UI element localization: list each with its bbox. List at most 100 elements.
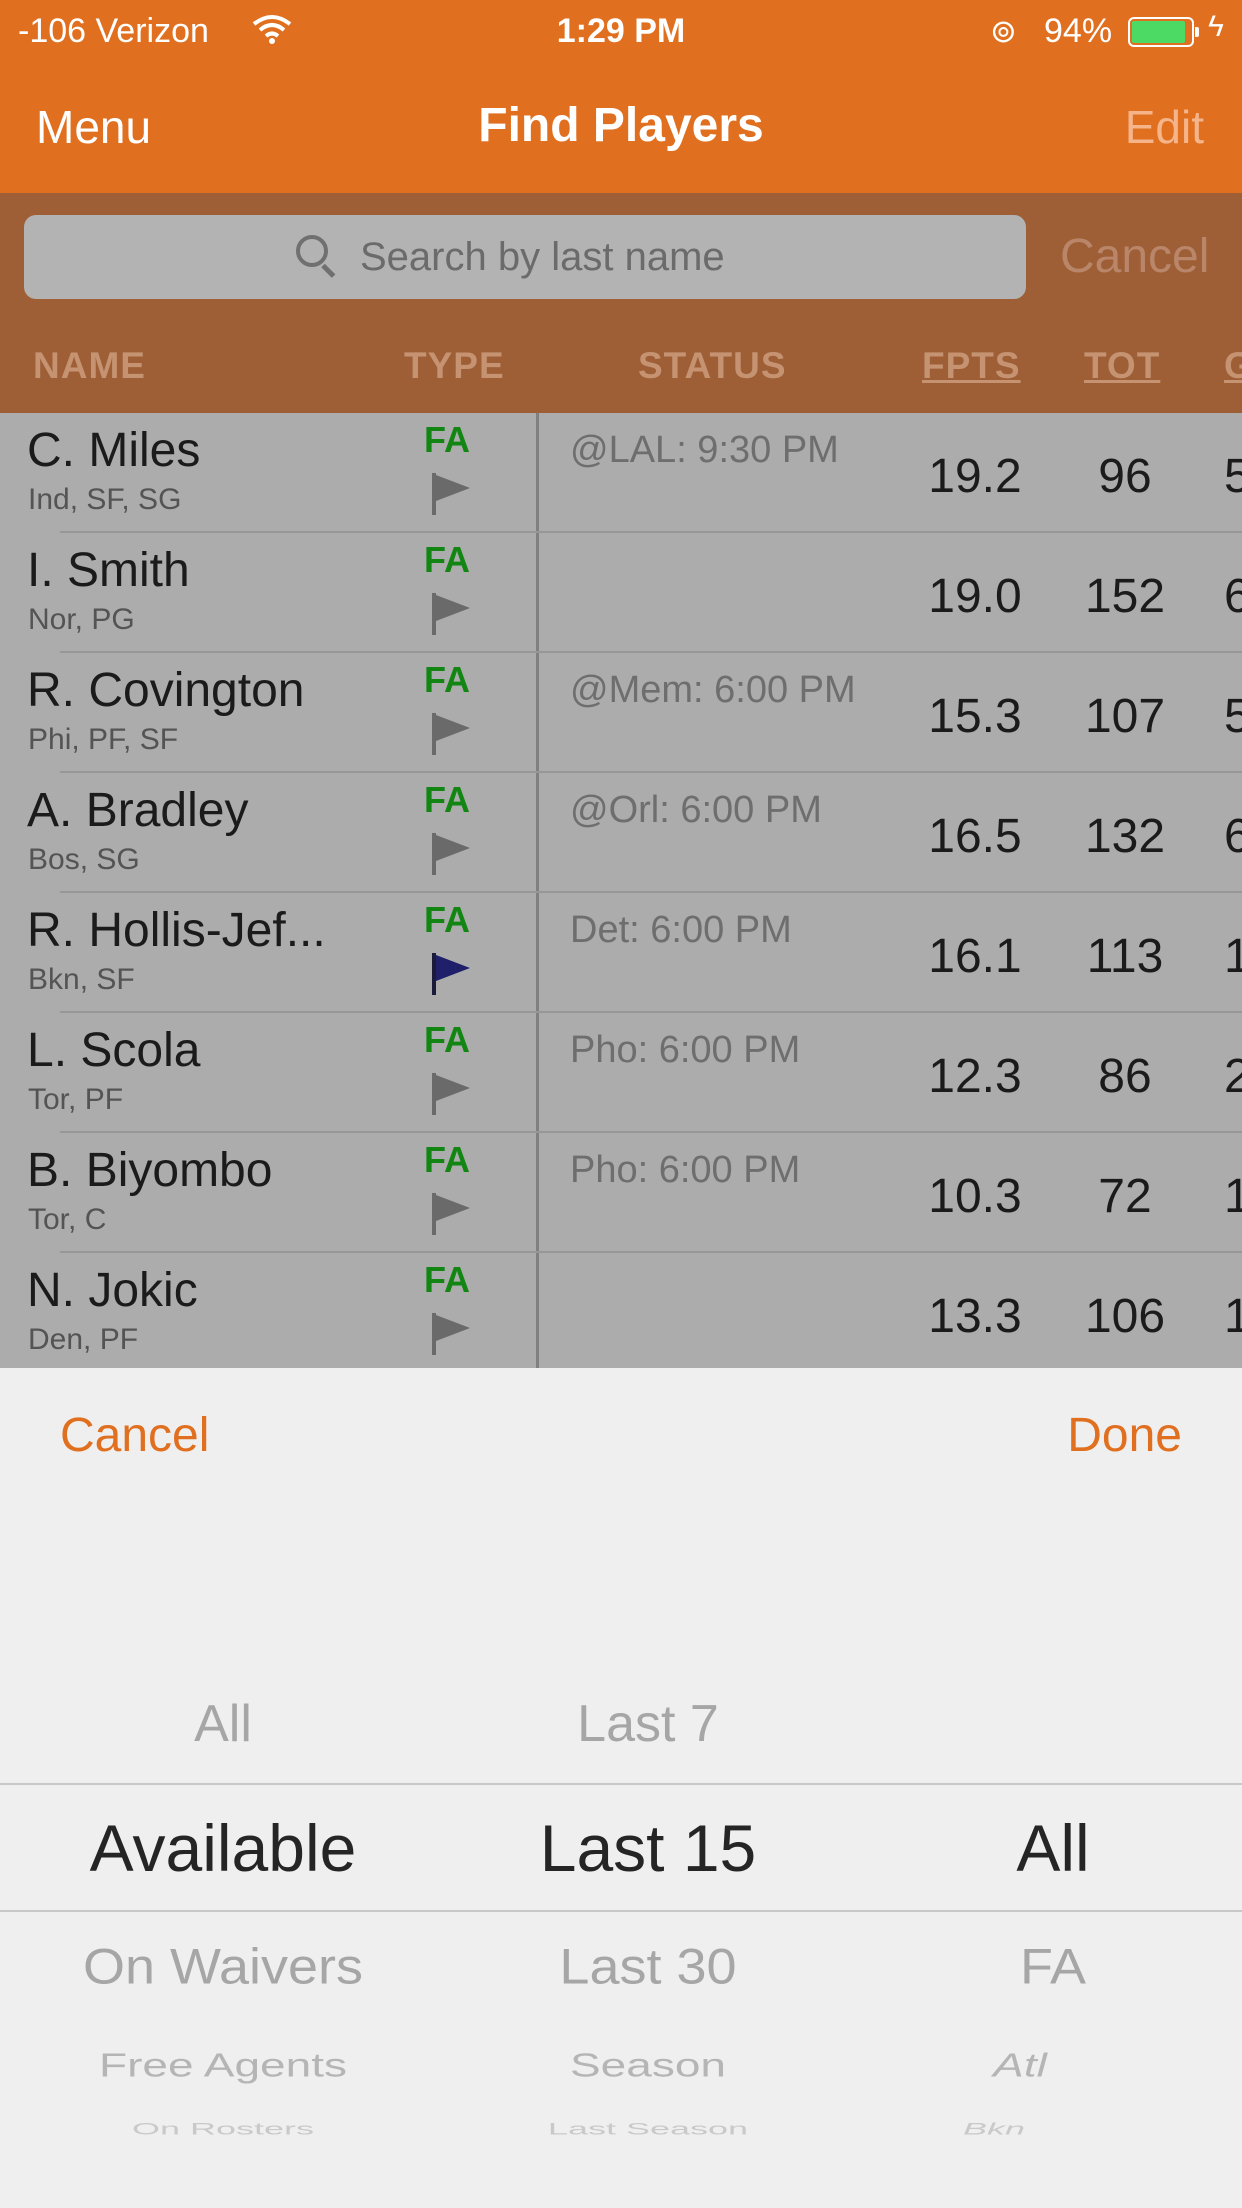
search-field[interactable] (24, 215, 1026, 299)
filter-picker-sheet: Cancel Done All Available On Waivers Fre… (0, 1368, 1242, 2208)
flag-icon[interactable] (430, 1313, 474, 1357)
player-extra-stat: 5 (1224, 450, 1242, 503)
player-type: FA (424, 659, 471, 700)
picker-option[interactable]: Last 7 (446, 1694, 850, 1754)
player-status: Pho: 6:00 PM (570, 1029, 801, 1071)
picker-option[interactable]: On Rosters (0, 2120, 446, 2139)
player-team-positions: Bos, SG (28, 843, 140, 876)
player-fpts: 16.5 (928, 810, 1022, 863)
player-status: @LAL: 9:30 PM (570, 429, 839, 471)
player-type: FA (424, 779, 471, 820)
player-tot: 96 (1098, 450, 1152, 503)
player-extra-stat: 2 (1224, 1050, 1242, 1103)
picker-option[interactable]: On Waivers (0, 1938, 446, 1995)
search-icon (296, 235, 336, 279)
player-team-positions: Bkn, SF (28, 963, 135, 996)
flag-icon[interactable] (430, 1073, 474, 1117)
player-type: FA (424, 899, 471, 940)
column-header-type[interactable]: TYPE (404, 345, 505, 387)
flag-icon[interactable] (430, 1193, 474, 1237)
player-fpts: 12.3 (928, 1050, 1022, 1103)
picker-option[interactable]: Atl (810, 2046, 1230, 2085)
edit-button[interactable]: Edit (1125, 100, 1204, 154)
flag-icon[interactable] (430, 953, 474, 997)
player-extra-stat: 1 (1224, 1290, 1242, 1343)
search-cancel-button[interactable]: Cancel (1060, 229, 1209, 284)
player-tot: 113 (1086, 930, 1164, 983)
charging-icon: ϟ (1208, 10, 1224, 43)
player-tot: 106 (1084, 1290, 1166, 1343)
player-extra-stat: 1 (1224, 930, 1242, 983)
column-header-status[interactable]: STATUS (638, 345, 787, 387)
player-tot: 86 (1098, 1050, 1152, 1103)
top-bar: -106 Verizon 1:29 PM ⊚ 94% ϟ Menu Find P… (0, 0, 1242, 193)
picker-option[interactable]: Last Season (446, 2120, 850, 2139)
player-fpts: 13.3 (928, 1290, 1022, 1343)
picker-option[interactable]: FA (826, 1938, 1242, 1995)
menu-button[interactable]: Menu (36, 100, 151, 154)
table-row[interactable]: A. Bradley Bos, SG FA @Orl: 6:00 PM 16.5… (0, 773, 1242, 893)
flag-icon[interactable] (430, 593, 474, 637)
player-name: B. Biyombo (27, 1144, 273, 1197)
player-extra-stat: 6 (1224, 570, 1242, 623)
table-row[interactable]: L. Scola Tor, PF FA Pho: 6:00 PM 12.3 86… (0, 1013, 1242, 1133)
picker-selected-option[interactable]: All (826, 1810, 1242, 1886)
player-name: L. Scola (27, 1024, 201, 1077)
player-extra-stat: 5 (1224, 690, 1242, 743)
picker-selection-bottom-line (0, 1910, 1242, 1912)
player-name: C. Miles (27, 424, 201, 477)
player-type: FA (424, 419, 471, 460)
table-row[interactable]: R. Covington Phi, PF, SF FA @Mem: 6:00 P… (0, 653, 1242, 773)
flag-icon[interactable] (430, 833, 474, 877)
player-tot: 132 (1084, 810, 1166, 863)
picker-cancel-button[interactable]: Cancel (60, 1408, 209, 1463)
picker-option[interactable]: Season (446, 2046, 850, 2085)
picker-option[interactable]: All (0, 1694, 446, 1754)
picker-done-button[interactable]: Done (1067, 1408, 1182, 1463)
player-type: FA (424, 1019, 471, 1060)
table-row[interactable]: B. Biyombo Tor, C FA Pho: 6:00 PM 10.3 7… (0, 1133, 1242, 1253)
player-team-positions: Nor, PG (28, 603, 135, 636)
search-bar: Cancel NAME TYPE STATUS FPTS TOT G (0, 193, 1242, 413)
player-team-positions: Tor, PF (28, 1083, 124, 1116)
flag-icon[interactable] (430, 473, 474, 517)
player-tot: 107 (1084, 690, 1166, 743)
player-fpts: 15.3 (928, 690, 1022, 743)
player-team-positions: Den, PF (28, 1323, 139, 1356)
player-name: R. Hollis-Jef... (27, 904, 326, 957)
player-name: R. Covington (27, 664, 305, 717)
player-type: FA (424, 539, 471, 580)
player-fpts: 19.2 (928, 450, 1022, 503)
picker-selection-top-line (0, 1783, 1242, 1785)
table-row[interactable]: R. Hollis-Jef... Bkn, SF FA Det: 6:00 PM… (0, 893, 1242, 1013)
player-tot: 72 (1098, 1170, 1152, 1223)
player-team-positions: Phi, PF, SF (28, 723, 179, 756)
column-header-extra[interactable]: G (1224, 345, 1242, 387)
player-list-area: Cancel NAME TYPE STATUS FPTS TOT G C. Mi… (0, 193, 1242, 1368)
player-name: A. Bradley (27, 784, 249, 837)
table-row[interactable]: I. Smith Nor, PG FA 19.0 152 6 (0, 533, 1242, 653)
picker-selected-option[interactable]: Available (0, 1810, 446, 1886)
battery-percent: 94% (1044, 12, 1113, 50)
player-status: @Mem: 6:00 PM (570, 669, 856, 711)
picker-selected-option[interactable]: Last 15 (446, 1810, 850, 1886)
page-title: Find Players (478, 99, 764, 152)
player-team-positions: Ind, SF, SG (28, 483, 182, 516)
player-status: Det: 6:00 PM (570, 909, 792, 951)
table-row[interactable]: C. Miles Ind, SF, SG FA @LAL: 9:30 PM 19… (0, 413, 1242, 533)
player-status: @Orl: 6:00 PM (570, 789, 822, 831)
player-type: FA (424, 1139, 471, 1180)
player-status: Pho: 6:00 PM (570, 1149, 801, 1191)
table-row[interactable]: N. Jokic Den, PF FA 13.3 106 1 (0, 1253, 1242, 1368)
column-header-name[interactable]: NAME (33, 345, 146, 387)
flag-icon[interactable] (430, 713, 474, 757)
picker-option[interactable]: Bkn (794, 2120, 1194, 2139)
picker-option[interactable]: Free Agents (0, 2046, 446, 2085)
picker-option[interactable]: Last 30 (446, 1938, 850, 1995)
column-header-fpts[interactable]: FPTS (922, 345, 1021, 387)
rotation-lock-icon: ⊚ (990, 13, 1017, 49)
player-name: I. Smith (27, 544, 190, 597)
column-header-tot[interactable]: TOT (1084, 345, 1160, 387)
player-tot: 152 (1084, 570, 1166, 623)
search-input[interactable] (360, 229, 980, 285)
